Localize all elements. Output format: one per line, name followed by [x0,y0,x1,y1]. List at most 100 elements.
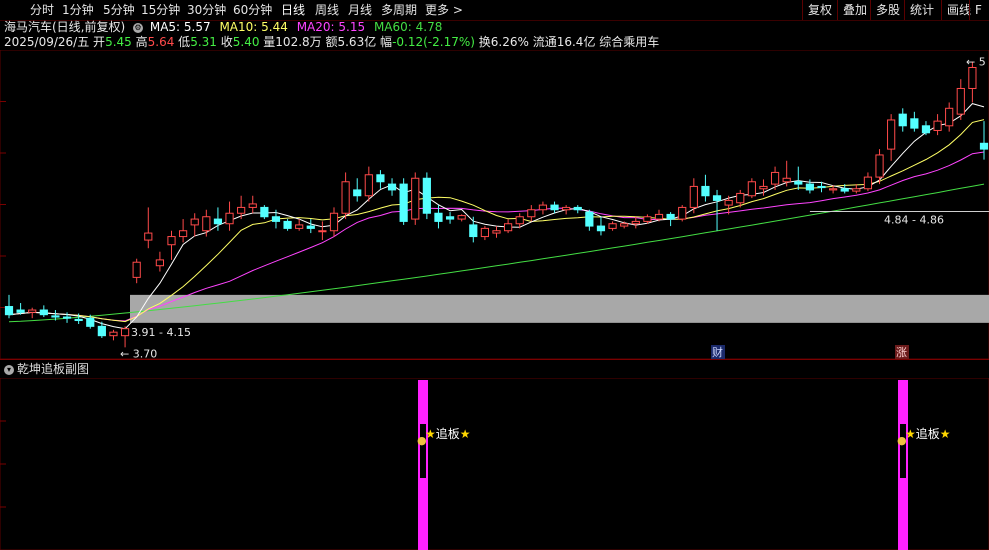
candle-body[interactable] [620,223,629,227]
candle-body[interactable] [422,177,431,214]
period-tab-6[interactable]: 日线 [281,2,305,18]
candle-body[interactable] [887,119,896,150]
candle-body[interactable] [62,316,72,319]
candle-body[interactable] [318,230,327,233]
candle-body[interactable] [979,142,989,150]
candle-body[interactable] [387,183,397,191]
candle-body[interactable] [225,212,234,225]
candle-body[interactable] [353,189,362,197]
period-tab-3[interactable]: 15分钟 [141,2,180,18]
candle-body[interactable] [86,317,95,327]
candle-body[interactable] [237,206,246,214]
candle-body[interactable] [794,181,803,185]
candle-body[interactable] [770,171,780,185]
candle-body[interactable] [492,230,501,234]
candle-body[interactable] [504,223,513,232]
candle-body[interactable] [515,216,524,225]
candle-body[interactable] [39,309,48,316]
candle-body[interactable] [643,216,652,222]
indicator-sub-chart[interactable]: ●★追板★ ●★追板★ [0,378,989,550]
candle-body[interactable] [295,224,304,229]
candle-body[interactable] [329,212,339,232]
candle-body[interactable] [550,204,559,211]
candle-body[interactable] [956,87,965,115]
candle-body[interactable] [573,206,582,211]
candle-body[interactable] [689,185,698,208]
candle-body[interactable] [97,325,106,337]
candle-body[interactable] [445,216,455,220]
candle-body[interactable] [4,306,14,316]
candle-body[interactable] [736,192,745,204]
candle-body[interactable] [852,188,861,192]
candle-body[interactable] [51,315,60,318]
candle-body[interactable] [376,174,385,183]
candle-body[interactable] [863,176,873,190]
candle-body[interactable] [631,220,640,225]
candle-body[interactable] [933,120,942,131]
toolbar-button-1[interactable]: 叠加 [837,0,872,20]
candle-body[interactable] [945,107,954,127]
candle-body[interactable] [875,154,884,178]
candlestick-chart[interactable]: 3.91 - 4.15 ← 3.70 4.84 - 4.86 ← 5 财 涨 [0,50,989,359]
candle-body[interactable] [74,318,83,322]
settings-circle-icon[interactable]: ⚙ [133,22,144,33]
period-tab-4[interactable]: 30分钟 [187,2,226,18]
candle-body[interactable] [562,206,571,211]
candle-body[interactable] [364,174,373,197]
candle-body[interactable] [190,218,199,226]
candle-body[interactable] [283,220,292,229]
candle-body[interactable] [666,213,675,220]
candle-body[interactable] [144,232,153,241]
candle-body[interactable] [457,215,466,220]
candle-body[interactable] [608,223,617,229]
candle-body[interactable] [829,188,838,191]
candle-body[interactable] [260,206,269,218]
candle-body[interactable] [469,224,478,238]
candle-body[interactable] [167,236,176,246]
candle-body[interactable] [747,181,756,197]
candle-body[interactable] [16,309,25,313]
candle-body[interactable] [213,218,223,225]
candle-body[interactable] [179,230,188,238]
candle-body[interactable] [712,195,722,201]
candle-body[interactable] [805,183,814,191]
candle-body[interactable] [527,209,536,218]
candle-body[interactable] [202,216,211,232]
candle-body[interactable] [28,309,37,313]
candle-body[interactable] [678,206,687,220]
period-tab-2[interactable]: 5分钟 [103,2,135,18]
candle-body[interactable] [271,216,281,222]
candle-body[interactable] [480,227,489,238]
period-tab-9[interactable]: 多周期 [381,2,417,18]
candle-body[interactable] [248,203,257,208]
candle-body[interactable] [596,225,606,232]
panel-divider[interactable] [0,359,989,360]
candle-body[interactable] [910,118,919,129]
period-tab-7[interactable]: 周线 [315,2,339,18]
period-tab-8[interactable]: 月线 [348,2,372,18]
candle-body[interactable] [654,213,664,220]
period-tab-0[interactable]: 分时 [30,2,54,18]
toolbar-button-5[interactable]: F [969,0,987,20]
candle-body[interactable] [399,183,408,222]
candle-body[interactable] [701,185,710,197]
toolbar-button-2[interactable]: 多股 [870,0,905,20]
candle-body[interactable] [817,185,826,189]
toolbar-button-0[interactable]: 复权 [802,0,837,20]
candle-body[interactable] [759,185,768,190]
candle-body[interactable] [968,66,977,89]
candle-body[interactable] [724,199,733,206]
candle-body[interactable] [538,204,548,211]
candle-body[interactable] [411,177,420,220]
collapse-circle-icon[interactable]: ▾ [4,364,14,375]
period-tab-1[interactable]: 1分钟 [62,2,94,18]
candle-body[interactable] [782,177,791,183]
candle-body[interactable] [132,261,141,278]
candle-body[interactable] [898,113,907,127]
candle-body[interactable] [306,225,315,229]
candle-body[interactable] [585,211,594,227]
candle-body[interactable] [341,181,350,214]
candle-body[interactable] [434,212,443,222]
candle-body[interactable] [120,328,130,337]
period-tab-10[interactable]: 更多 > [425,2,463,18]
